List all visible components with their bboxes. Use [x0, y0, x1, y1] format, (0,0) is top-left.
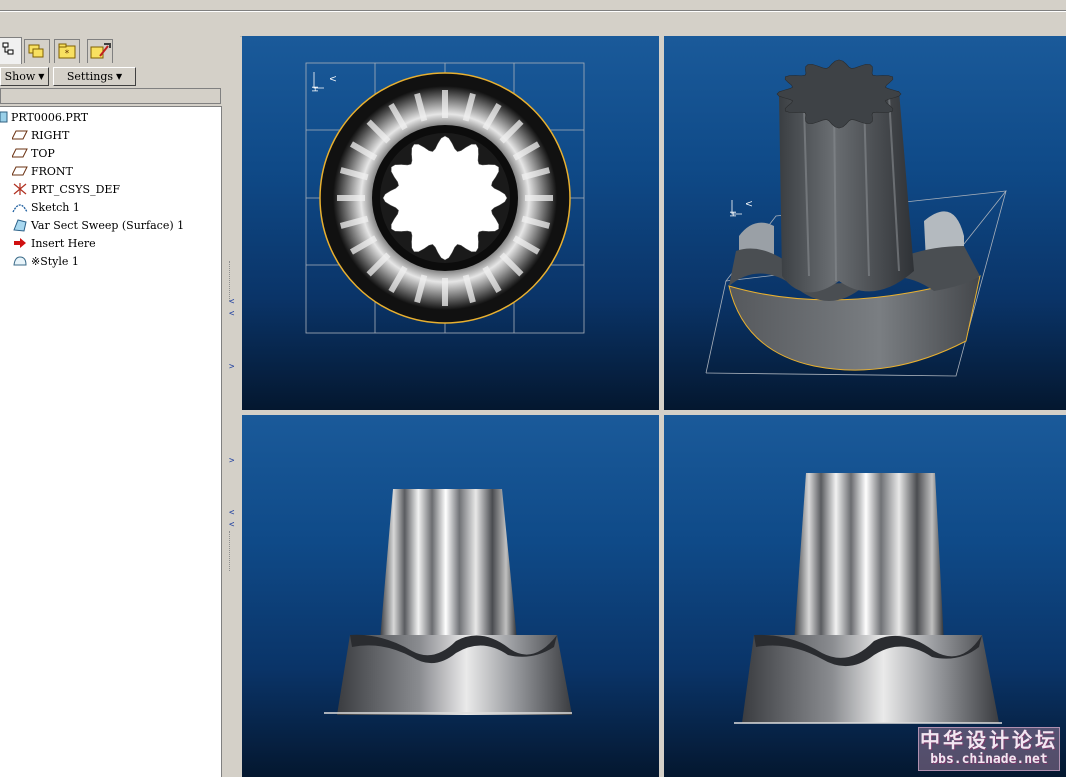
- collapse-left-icon[interactable]: <: [229, 298, 237, 307]
- settings-label: Settings: [66, 70, 114, 83]
- datum-plane-icon: [12, 130, 28, 140]
- viewport-side-view[interactable]: [664, 415, 1066, 777]
- tree-item-insert-here[interactable]: Insert Here: [12, 235, 96, 251]
- tree-item-sweep[interactable]: Var Sect Sweep (Surface) 1: [12, 217, 184, 233]
- datum-plane-icon: [12, 148, 28, 158]
- expand-right-icon[interactable]: >: [229, 363, 237, 372]
- top-toolbar-area: [0, 0, 1066, 37]
- svg-text:*: *: [64, 49, 69, 59]
- tree-item-right[interactable]: RIGHT: [12, 127, 69, 143]
- layers-tab-icon: [28, 44, 44, 58]
- favorites-tab[interactable]: *: [54, 39, 80, 63]
- grid-label-v: V: [744, 201, 753, 207]
- watermark-chinese: 中华设计论坛: [920, 728, 1058, 752]
- layers-tab[interactable]: [24, 39, 50, 63]
- tree-item-label: PRT_CSYS_DEF: [31, 182, 121, 196]
- tree-root-label: PRT0006.PRT: [11, 110, 89, 124]
- sash-grip: [229, 261, 236, 301]
- tree-item-label: Sketch 1: [31, 200, 80, 214]
- tree-item-csys[interactable]: PRT_CSYS_DEF: [12, 181, 120, 197]
- chevron-down-icon: ▼: [38, 72, 45, 81]
- front-view-model: [324, 489, 572, 715]
- side-view-model: [734, 473, 1002, 724]
- collapse-left-icon[interactable]: <: [229, 521, 237, 530]
- datum-plane-icon: [12, 166, 28, 176]
- insert-arrow-icon: [14, 238, 26, 248]
- tree-item-label: Insert Here: [31, 236, 96, 250]
- expand-right-icon[interactable]: >: [229, 457, 237, 466]
- grid-label-h: H: [728, 211, 737, 217]
- tree-item-label: RIGHT: [31, 128, 70, 142]
- tree-item-front[interactable]: FRONT: [12, 163, 73, 179]
- top-view-model: V H: [305, 62, 585, 334]
- favorites-tab-icon: *: [58, 43, 76, 59]
- watermark-url: bbs.chinade.net: [930, 752, 1048, 767]
- viewport-isometric-view[interactable]: V H: [664, 36, 1066, 410]
- show-label: Show: [4, 70, 36, 83]
- collapse-left-icon[interactable]: <: [229, 310, 237, 319]
- tree-item-sketch[interactable]: Sketch 1: [12, 199, 80, 215]
- tree-item-label: Var Sect Sweep (Surface) 1: [31, 218, 185, 232]
- navigator-panel: * Show ▼ Settings ▼ PRT0006.PRT RIGHT TO…: [0, 36, 226, 777]
- tree-item-top[interactable]: TOP: [12, 145, 55, 161]
- collapse-left-icon[interactable]: <: [229, 509, 237, 518]
- forum-watermark: 中华设计论坛 bbs.chinade.net: [918, 727, 1060, 771]
- toolbar-divider-highlight: [0, 11, 1066, 12]
- grid-label-v: V: [328, 76, 337, 82]
- sweep-surface-icon: [13, 219, 27, 232]
- model-tree-tab-icon: [2, 42, 14, 55]
- tools-tab[interactable]: [87, 39, 113, 63]
- tree-item-style[interactable]: ※Style 1: [12, 253, 79, 269]
- chevron-down-icon: ▼: [116, 72, 123, 81]
- navigator-sash[interactable]: < < > > < <: [226, 36, 240, 777]
- sketch-icon: [12, 204, 28, 213]
- coordinate-system-icon: [13, 183, 27, 195]
- tree-root-part[interactable]: PRT0006.PRT: [0, 109, 88, 125]
- part-icon: [0, 111, 8, 123]
- model-tree: PRT0006.PRT RIGHT TOP FRONT PRT_CSYS_DEF: [0, 106, 222, 777]
- isometric-view-model: V H: [705, 59, 1007, 377]
- settings-menu-button[interactable]: Settings ▼: [53, 67, 136, 86]
- model-tree-tab[interactable]: [0, 37, 22, 64]
- viewport-top-view[interactable]: V H: [242, 36, 659, 410]
- tree-item-label: TOP: [31, 146, 55, 160]
- tree-item-label: FRONT: [31, 164, 73, 178]
- tree-filter-field[interactable]: [0, 88, 221, 104]
- show-menu-button[interactable]: Show ▼: [0, 67, 49, 86]
- grid-label-h: H: [310, 86, 319, 92]
- tree-item-label: ※Style 1: [31, 254, 79, 268]
- tools-tab-icon: [90, 43, 111, 59]
- style-feature-icon: [13, 256, 27, 266]
- sash-grip: [229, 531, 236, 571]
- viewport-front-view[interactable]: [242, 415, 659, 777]
